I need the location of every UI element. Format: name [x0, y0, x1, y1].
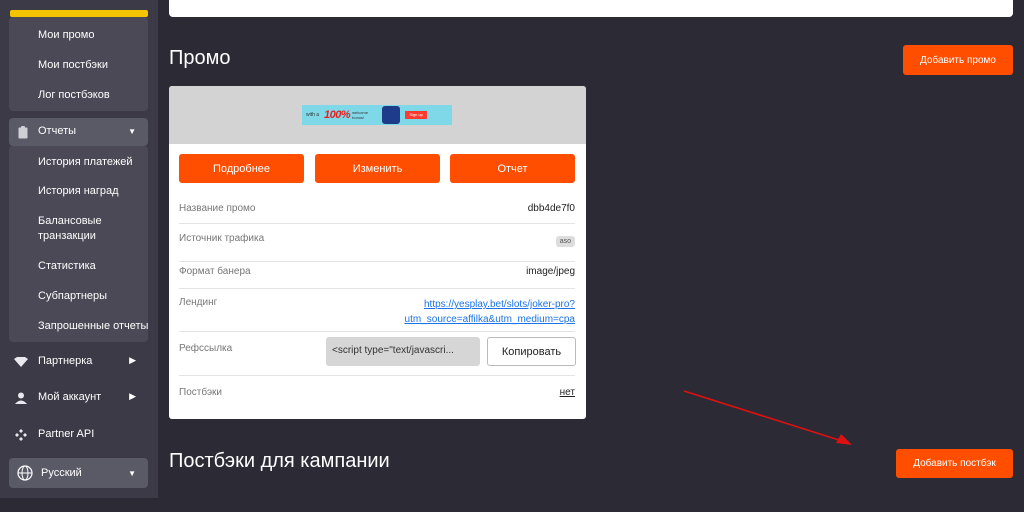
annotation-arrow	[683, 390, 852, 445]
